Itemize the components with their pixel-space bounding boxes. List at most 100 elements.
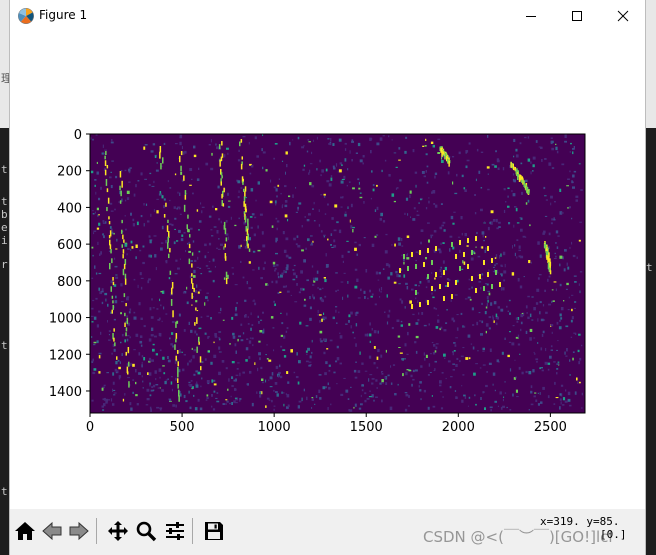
heatmap-pixel [102,233,104,236]
heatmap-pixel [369,340,371,343]
heatmap-pixel [92,358,94,362]
heatmap-pixel [390,365,392,368]
minimize-button[interactable] [508,0,554,31]
home-button[interactable] [13,519,37,543]
heatmap-pixel [320,174,322,177]
figure-canvas[interactable]: 0 500 1000 1500 2000 2500 0 200 400 600 800 1000 12… [10,31,645,509]
heatmap-pixel [493,266,495,268]
heatmap-pixel [381,372,384,375]
zoom-button[interactable] [134,519,158,543]
heatmap-pixel [514,252,516,257]
heatmap-pixel [556,321,559,325]
heatmap-pixel [376,184,378,187]
pan-button[interactable] [106,519,130,543]
heatmap-pixel [141,364,143,368]
heatmap-pixel [232,335,236,339]
heatmap-pixel [511,272,515,276]
heatmap-pixel [467,264,469,269]
heatmap-pixel [298,291,301,294]
heatmap-pixel [265,405,267,408]
heatmap-pixel [300,287,303,291]
heatmap-pixel [225,220,228,223]
heatmap-pixel [274,269,276,272]
heatmap-pixel [445,322,448,324]
heatmap-pixel [140,286,143,290]
heatmap-pixel [574,391,577,395]
heatmap-pixel [142,387,144,389]
back-button[interactable] [40,519,64,543]
maximize-button[interactable] [554,0,600,31]
heatmap-pixel [205,296,208,299]
heatmap-pixel [321,299,324,303]
heatmap-pixel [351,139,354,142]
heatmap-pixel [261,381,265,384]
heatmap-pixel [503,209,506,213]
heatmap-pixel [234,397,238,399]
heatmap-pixel [409,194,411,198]
heatmap-pixel [551,218,554,221]
heatmap-pixel [561,212,564,214]
heatmap-pixel [481,246,484,249]
heatmap-pixel [178,369,181,373]
heatmap-pixel [404,150,407,154]
heatmap-pixel [439,391,443,393]
heatmap-pixel [382,268,385,270]
heatmap-pixel [420,242,422,244]
heatmap-pixel [576,377,578,381]
heatmap-pixel [198,167,200,170]
plot-area[interactable]: 0 500 1000 1500 2000 2500 0200400600800100012… [10,31,645,509]
heatmap-pixel [402,358,404,361]
configure-subplots-button[interactable] [163,519,187,543]
heatmap-pixel [336,383,338,385]
heatmap-pixel [249,216,253,218]
heatmap-pixel [239,141,241,147]
heatmap-pixel [398,242,401,246]
close-button[interactable] [600,0,646,31]
heatmap-pixel [178,229,181,233]
heatmap-pixel [98,222,101,226]
heatmap-pixel [293,237,296,241]
heatmap-pixel [155,169,159,172]
heatmap-image[interactable] [90,134,585,413]
heatmap-pixel [242,276,245,279]
heatmap-pixel [177,367,179,374]
heatmap-pixel [323,316,327,320]
heatmap-pixel [537,277,540,280]
heatmap-pixel [485,236,487,238]
heatmap-pixel [476,231,478,235]
heatmap-pixel [240,323,243,326]
heatmap-pixel [557,340,559,342]
heatmap-pixel [126,296,130,298]
forward-button[interactable] [67,519,91,543]
heatmap-pixel [91,399,94,402]
heatmap-pixel [148,235,151,238]
heatmap-pixel [429,372,432,373]
heatmap-pixel [434,360,437,363]
heatmap-pixel [210,139,212,143]
navigation-toolbar: CSDN @<(￣︶￣)[GO!]lcl x=319. y=85. [0.] [10,509,645,555]
heatmap-pixel [499,391,502,395]
heatmap-pixel [125,332,127,337]
heatmap-pixel [246,236,248,242]
heatmap-pixel [569,151,571,153]
title-bar[interactable]: Figure 1 [10,0,645,31]
heatmap-pixel [530,161,532,164]
heatmap-pixel [311,151,313,155]
heatmap-pixel [93,230,97,232]
save-button[interactable] [202,519,226,543]
heatmap-pixel [369,390,371,392]
heatmap-pixel [529,313,532,318]
heatmap-pixel [425,207,428,210]
heatmap-pixel [497,405,499,407]
heatmap-pixel [336,221,339,224]
heatmap-pixel [109,176,112,179]
heatmap-pixel [285,285,287,288]
heatmap-pixel [177,384,179,389]
heatmap-pixel [346,184,348,187]
heatmap-pixel [206,292,209,294]
heatmap-pixel [371,382,374,385]
heatmap-pixel [285,171,286,175]
heatmap-pixel [303,304,307,307]
heatmap-pixel [567,178,570,180]
heatmap-pixel [290,294,292,296]
